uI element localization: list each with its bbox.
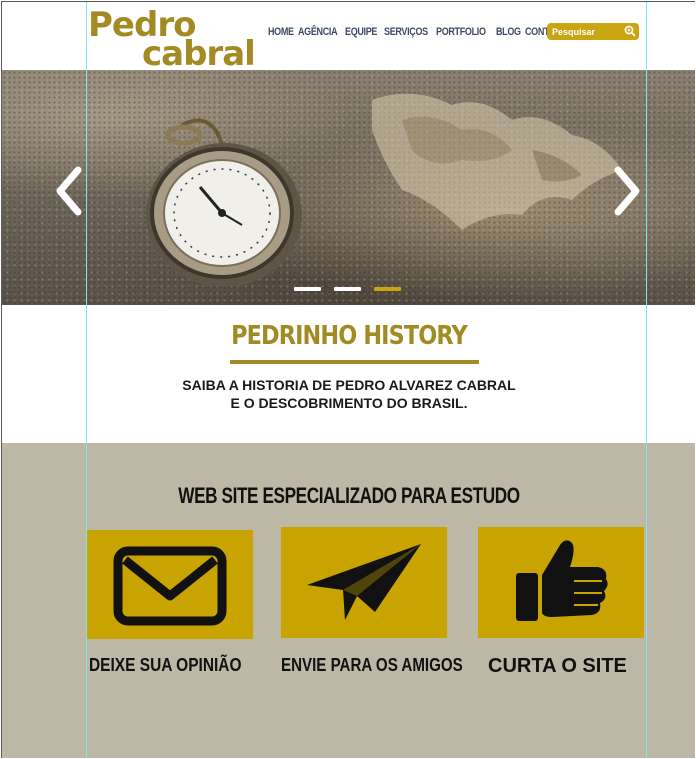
title-divider (230, 360, 479, 364)
hero-map-image (372, 93, 622, 230)
nav-home[interactable]: HOME (268, 26, 294, 42)
card-share[interactable] (281, 527, 447, 638)
hero-pocket-watch-image (146, 118, 302, 287)
site-header: Pedro cabral HOME AGÊNCIA EQUIPE SERVIÇO… (2, 2, 695, 74)
nav-blog[interactable]: BLOG (496, 26, 521, 42)
logo-line-2: cabral (142, 34, 256, 74)
card-share-label: ENVIE PARA OS AMIGOS (281, 655, 463, 675)
search-icon[interactable] (624, 25, 636, 37)
intro-title: PEDRINHO HISTORY (231, 321, 468, 351)
nav-portfolio[interactable]: PORTFOLIO (436, 26, 486, 42)
card-like[interactable] (478, 527, 644, 638)
card-like-label: CURTA O SITE (488, 655, 627, 677)
envelope-icon (113, 546, 227, 626)
carousel-indicator-1[interactable] (294, 287, 321, 291)
thumbs-up-icon (516, 540, 608, 621)
features-section: WEB SITE ESPECIALIZADO PARA ESTUDO DEIXE… (2, 443, 695, 758)
nav-equipe[interactable]: EQUIPE (345, 26, 377, 42)
intro-desc-line-1: SAIBA A HISTORIA DE PEDRO ALVAREZ CABRAL (182, 377, 516, 393)
paper-plane-icon (307, 544, 421, 620)
carousel-indicator-2[interactable] (334, 287, 361, 291)
guide-line-right (646, 2, 647, 758)
carousel-prev-arrow[interactable] (54, 166, 84, 216)
hero-carousel (2, 70, 695, 305)
carousel-indicator-3[interactable] (374, 287, 401, 291)
intro-desc-line-2: E O DESCOBRIMENTO DO BRASIL. (230, 395, 468, 411)
main-nav: HOME AGÊNCIA EQUIPE SERVIÇOS PORTFOLIO B… (268, 26, 574, 42)
nav-agencia[interactable]: AGÊNCIA (298, 26, 338, 42)
nav-servicos[interactable]: SERVIÇOS (384, 26, 428, 42)
card-feedback[interactable] (87, 530, 253, 639)
site-logo[interactable]: Pedro cabral (88, 8, 268, 74)
carousel-indicators (294, 287, 414, 291)
search-input[interactable] (552, 25, 622, 38)
intro-description: SAIBA A HISTORIA DE PEDRO ALVAREZ CABRAL… (2, 376, 695, 412)
intro-section: PEDRINHO HISTORY SAIBA A HISTORIA DE PED… (2, 305, 695, 443)
guide-line-left (86, 2, 87, 758)
carousel-next-arrow[interactable] (612, 166, 642, 216)
page: Pedro cabral HOME AGÊNCIA EQUIPE SERVIÇO… (1, 1, 695, 758)
search-box (547, 23, 639, 40)
card-feedback-label: DEIXE SUA OPINIÃO (89, 655, 242, 675)
features-heading: WEB SITE ESPECIALIZADO PARA ESTUDO (178, 483, 520, 508)
